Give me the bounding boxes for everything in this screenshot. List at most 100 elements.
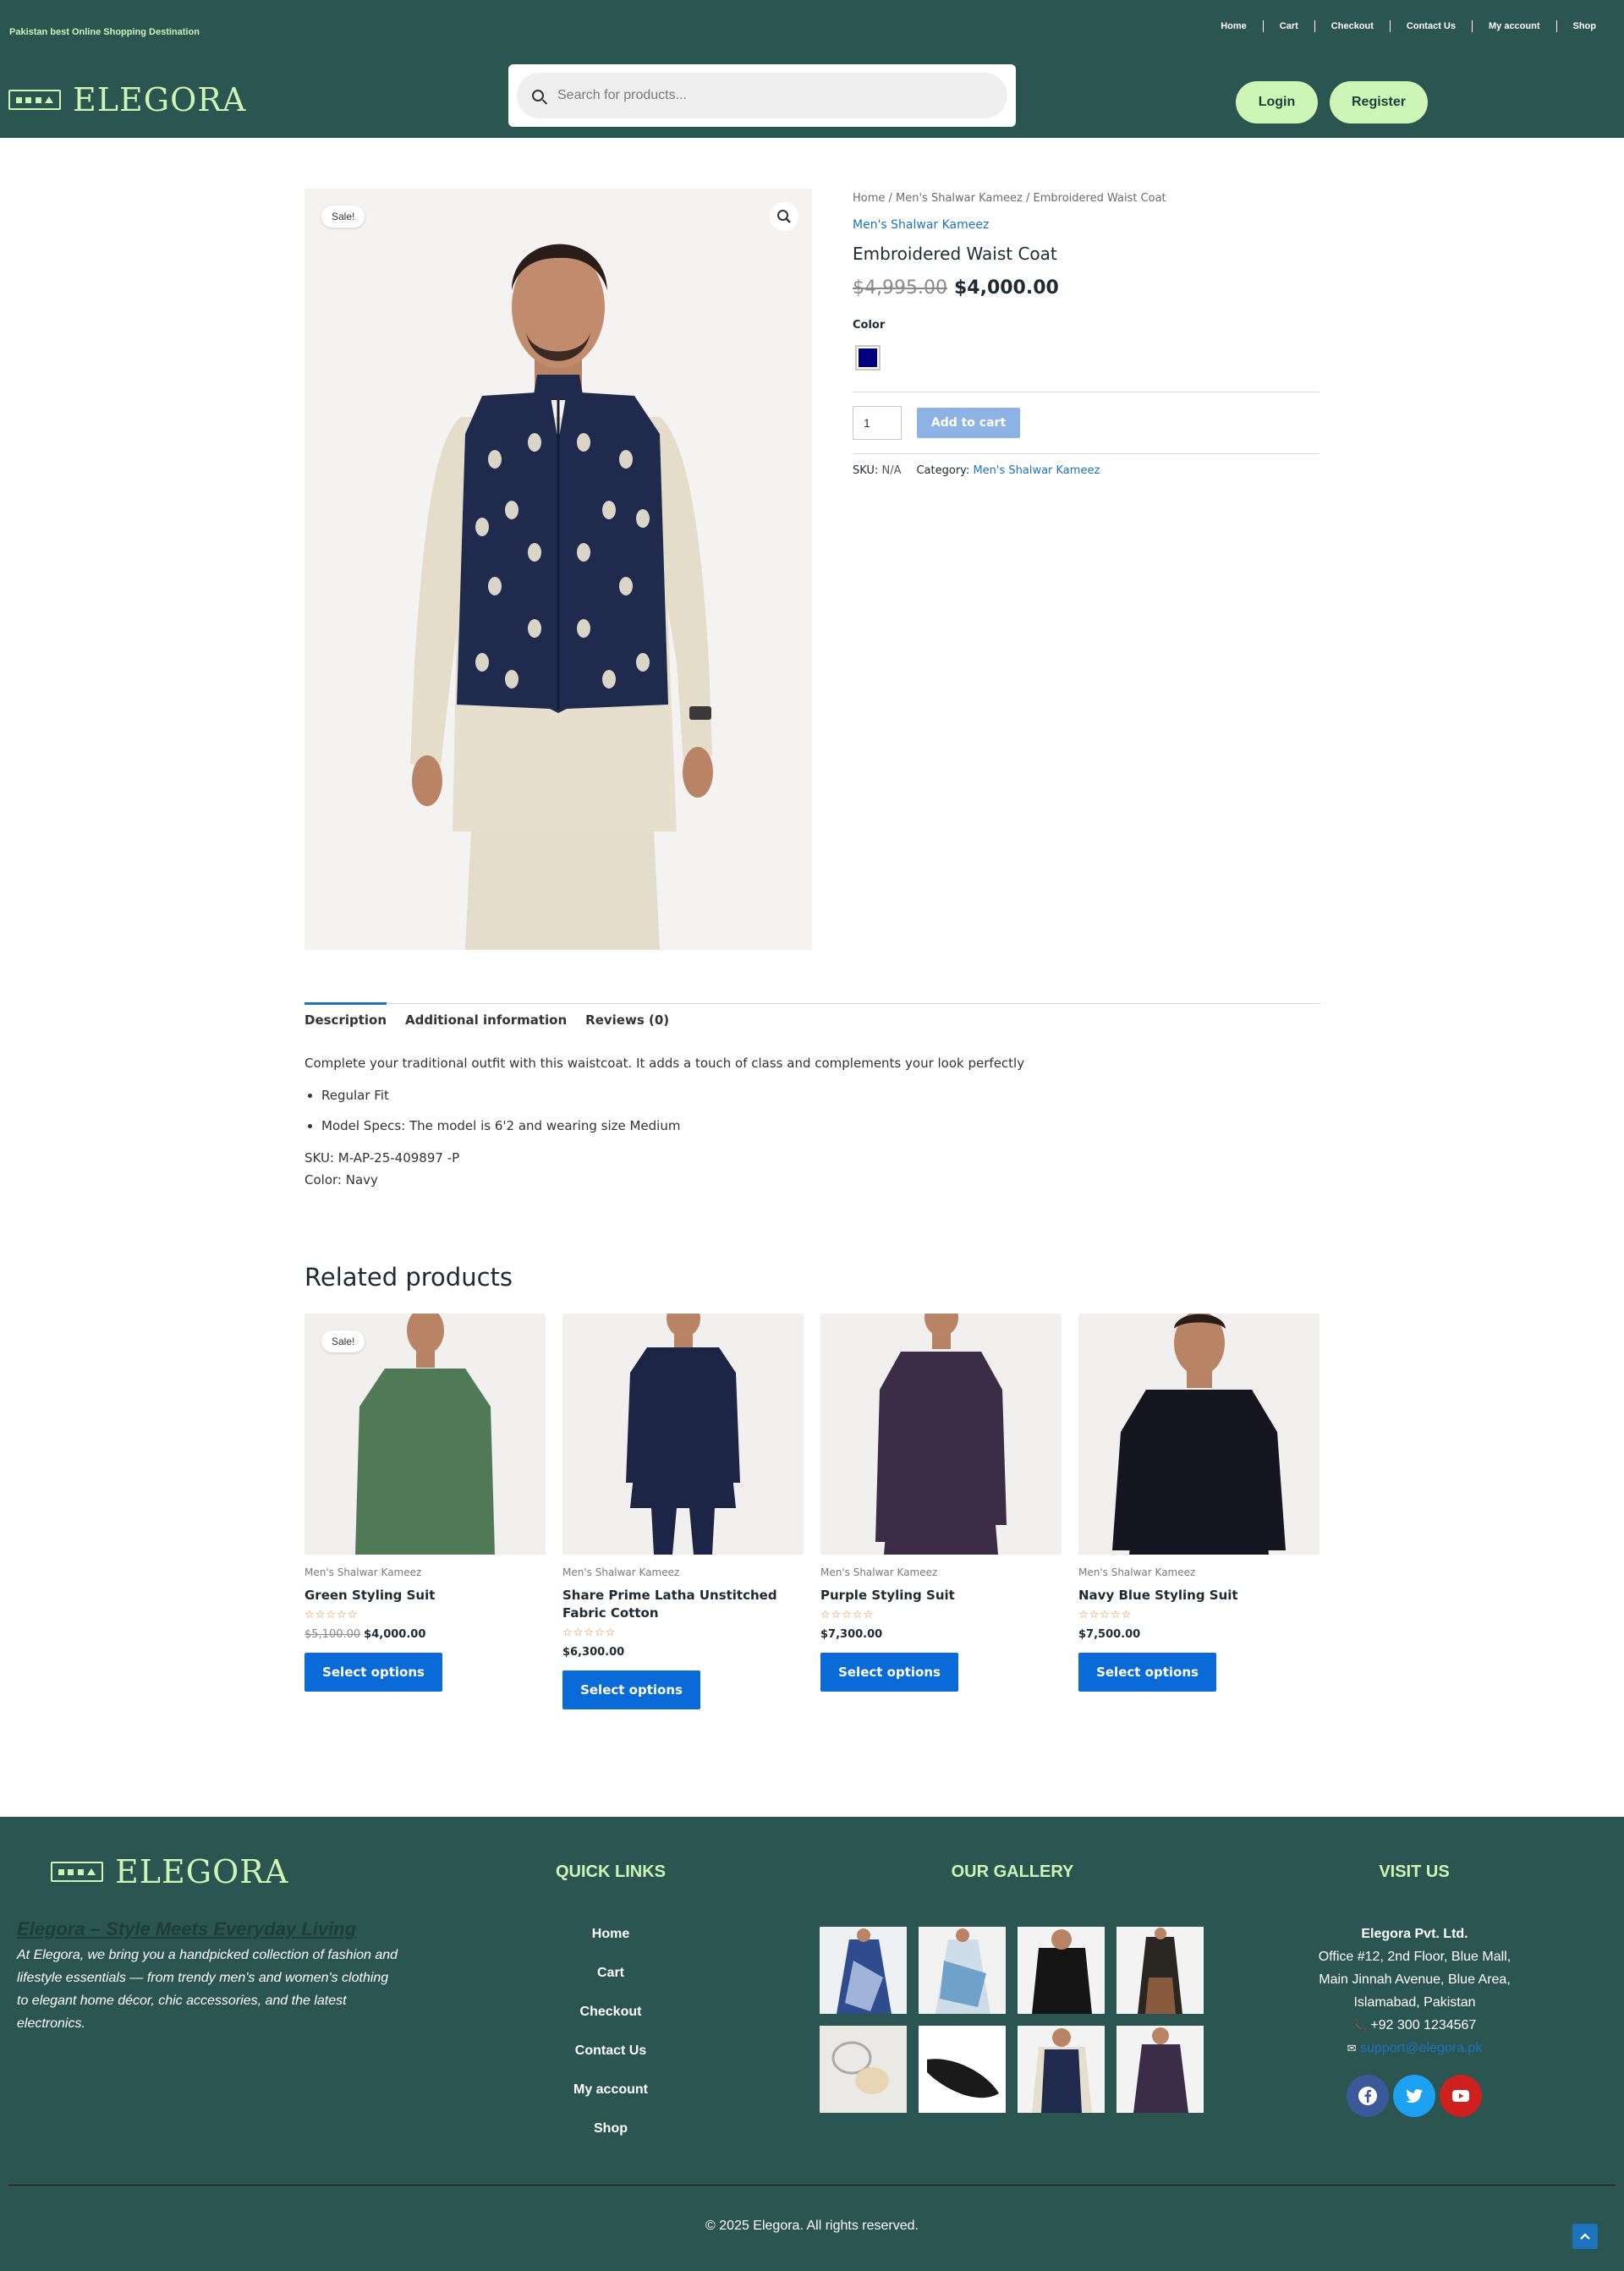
footer-gallery (820, 1927, 1204, 2113)
chevron-up-icon (1580, 2233, 1590, 2240)
related-product-category[interactable]: Men's Shalwar Kameez (304, 1566, 546, 1578)
site-logo[interactable]: ELEGORA (8, 81, 246, 118)
search-box (517, 73, 1007, 118)
footer-link-home[interactable]: Home (526, 1927, 695, 1966)
color-swatch-navy[interactable] (855, 345, 881, 370)
list-item: Model Specs: The model is 6'2 and wearin… (321, 1118, 1320, 1133)
footer-link-checkout[interactable]: Checkout (526, 2005, 695, 2043)
quick-links-heading: QUICK LINKS (556, 1862, 666, 1881)
related-product-name[interactable]: Share Prime Latha Unstitched Fabric Cott… (562, 1587, 804, 1622)
tab-additional-information[interactable]: Additional information (405, 1004, 567, 1028)
add-to-cart-button[interactable]: Add to cart (917, 408, 1020, 438)
select-options-button[interactable]: Select options (820, 1653, 958, 1692)
footer-divider (8, 2185, 1616, 2186)
related-product-card: Men's Shalwar Kameez Navy Blue Styling S… (1078, 1314, 1320, 1692)
related-product-image[interactable] (820, 1314, 1062, 1555)
gallery-image[interactable] (1018, 1927, 1105, 2014)
product-photo (562, 1314, 804, 1555)
regular-price: $5,100.00 (304, 1628, 361, 1641)
footer-link-my-account[interactable]: My account (526, 2082, 695, 2121)
related-product-image[interactable] (1078, 1314, 1320, 1555)
sale-badge: Sale! (321, 206, 365, 228)
gallery-image[interactable] (1116, 2026, 1204, 2113)
product-category-link[interactable]: Men's Shalwar Kameez (853, 218, 1320, 232)
zoom-icon[interactable] (770, 202, 798, 231)
login-button[interactable]: Login (1236, 81, 1318, 123)
logo-text: ELEGORA (115, 1853, 289, 1890)
sale-badge: Sale! (321, 1330, 365, 1352)
category-value-link[interactable]: Men's Shalwar Kameez (973, 464, 1100, 477)
gallery-heading: OUR GALLERY (951, 1862, 1074, 1881)
nav-checkout[interactable]: Checkout (1314, 20, 1390, 32)
description-intro: Complete your traditional outfit with th… (304, 1056, 1025, 1071)
address-line: Office #12, 2nd Floor, Blue Mall, (1318, 1950, 1512, 1964)
logo-icon (51, 1862, 103, 1882)
gallery-image[interactable] (919, 2026, 1006, 2113)
social-links (1347, 2075, 1482, 2117)
related-product-category[interactable]: Men's Shalwar Kameez (820, 1566, 1062, 1578)
youtube-icon[interactable] (1440, 2075, 1482, 2117)
nav-my-account[interactable]: My account (1471, 20, 1556, 32)
sale-price: $4,000.00 (953, 277, 1059, 299)
related-product-name[interactable]: Green Styling Suit (304, 1587, 546, 1605)
gallery-image[interactable] (820, 1927, 907, 2014)
footer-quick-links: Home Cart Checkout Contact Us My account… (526, 1927, 695, 2160)
related-product-category[interactable]: Men's Shalwar Kameez (1078, 1566, 1320, 1578)
email-link[interactable]: support@elegora.pk (1360, 2041, 1482, 2055)
related-products-title: Related products (304, 1263, 513, 1292)
product-photo (820, 1314, 1062, 1555)
search-input[interactable] (557, 88, 963, 103)
footer-link-contact-us[interactable]: Contact Us (526, 2043, 695, 2082)
facebook-icon[interactable] (1347, 2075, 1389, 2117)
product-image[interactable]: Sale! (304, 189, 812, 950)
description-color: Color: Navy (304, 1172, 378, 1188)
related-product-price: $7,500.00 (1078, 1628, 1141, 1641)
search-icon[interactable] (532, 90, 544, 101)
sku-label: SKU: (853, 464, 879, 477)
tab-description[interactable]: Description (304, 1002, 387, 1028)
footer-about: At Elegora, we bring you a handpicked co… (17, 1948, 398, 2031)
tab-reviews[interactable]: Reviews (0) (585, 1004, 669, 1028)
product-price: $4,995.00 $4,000.00 (853, 277, 1320, 299)
visit-us-info: Elegora Pvt. Ltd. Office #12, 2nd Floor,… (1269, 1923, 1561, 2060)
footer-link-cart[interactable]: Cart (526, 1966, 695, 2005)
related-product-price: $5,100.00 $4,000.00 (304, 1628, 546, 1641)
nav-cart[interactable]: Cart (1262, 20, 1314, 32)
breadcrumb[interactable]: Home / Men's Shalwar Kameez / Embroidere… (853, 192, 1320, 205)
visit-us-heading: VISIT US (1379, 1862, 1450, 1881)
rating-stars-icon: ☆☆☆☆☆ (562, 1626, 617, 1639)
rating-stars-icon: ☆☆☆☆☆ (1078, 1609, 1133, 1621)
twitter-icon[interactable] (1393, 2075, 1435, 2117)
related-product-category[interactable]: Men's Shalwar Kameez (562, 1566, 804, 1578)
gallery-image[interactable] (820, 2026, 907, 2113)
select-options-button[interactable]: Select options (562, 1670, 700, 1709)
nav-contact-us[interactable]: Contact Us (1389, 20, 1472, 32)
select-options-button[interactable]: Select options (304, 1653, 442, 1692)
scroll-to-top-button[interactable] (1572, 2224, 1598, 2249)
register-button[interactable]: Register (1330, 81, 1428, 123)
related-product-image[interactable]: Sale! (304, 1314, 546, 1555)
color-label: Color (853, 319, 886, 332)
related-product-name[interactable]: Purple Styling Suit (820, 1587, 1062, 1605)
rating-stars-icon: ☆☆☆☆☆ (820, 1609, 875, 1621)
related-product-card: Sale! Men's Shalwar Kameez Green Styling… (304, 1314, 546, 1692)
copyright-text: © 2025 Elegora. All rights reserved. (705, 2219, 919, 2233)
related-product-name[interactable]: Navy Blue Styling Suit (1078, 1587, 1320, 1605)
select-options-button[interactable]: Select options (1078, 1653, 1216, 1692)
footer-logo[interactable]: ELEGORA (51, 1853, 288, 1890)
sku-value: N/A (881, 464, 902, 477)
gallery-image[interactable] (1116, 1927, 1204, 2014)
related-product-price: $6,300.00 (562, 1646, 625, 1659)
footer-link-shop[interactable]: Shop (526, 2121, 695, 2160)
quantity-input[interactable] (853, 406, 902, 440)
site-header: Pakistan best Online Shopping Destinatio… (0, 0, 1624, 138)
nav-shop[interactable]: Shop (1555, 20, 1613, 32)
gallery-image[interactable] (919, 1927, 1006, 2014)
logo-text: ELEGORA (73, 81, 247, 118)
list-item: Regular Fit (321, 1088, 1320, 1103)
related-product-image[interactable] (562, 1314, 804, 1555)
gallery-image[interactable] (1018, 2026, 1105, 2113)
related-product-card: Men's Shalwar Kameez Share Prime Latha U… (562, 1314, 804, 1709)
nav-home[interactable]: Home (1204, 20, 1263, 32)
phone-number[interactable]: +92 300 1234567 (1370, 2018, 1476, 2032)
